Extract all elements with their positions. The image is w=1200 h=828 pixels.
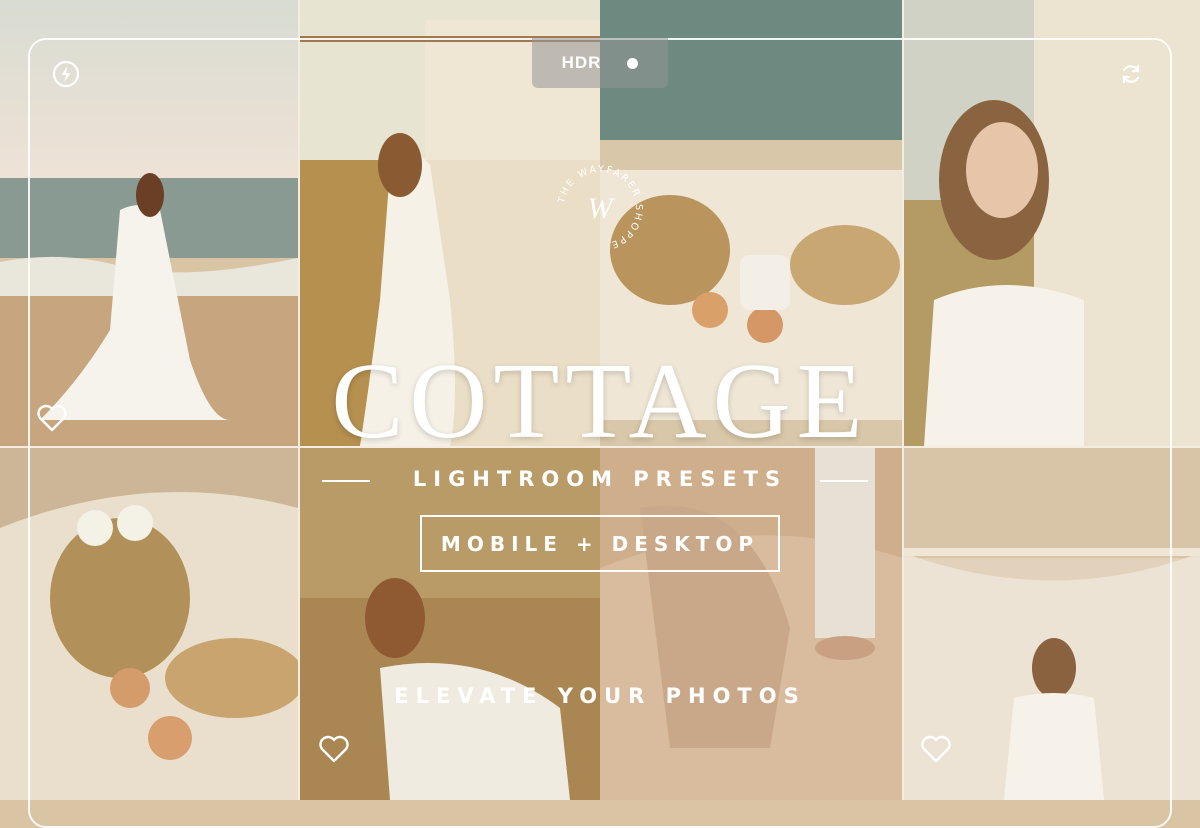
refresh-icon[interactable] [1119,62,1143,86]
hdr-indicator-dot [627,57,639,69]
svg-text:W: W [588,192,616,225]
tagline: ELEVATE YOUR PHOTOS [394,684,806,708]
wayfarer-logo: THE WAYFARER SHOPPE W [552,160,648,256]
platform-badge-label: MOBILE + DESKTOP [440,531,760,556]
platform-badge: MOBILE + DESKTOP [420,515,780,572]
heart-icon[interactable] [920,734,952,764]
preset-subtitle: LIGHTROOM PRESETS [412,467,788,491]
photo-basket-blanket [0,448,298,800]
hdr-label: HDR [561,53,602,72]
heart-icon[interactable] [318,734,350,764]
preset-title: COTTAGE [331,342,869,461]
hdr-toggle[interactable]: HDR [532,38,668,88]
subtitle-rule-right [820,480,868,482]
photo-feet-sand [600,448,902,800]
flash-icon[interactable] [52,60,80,88]
